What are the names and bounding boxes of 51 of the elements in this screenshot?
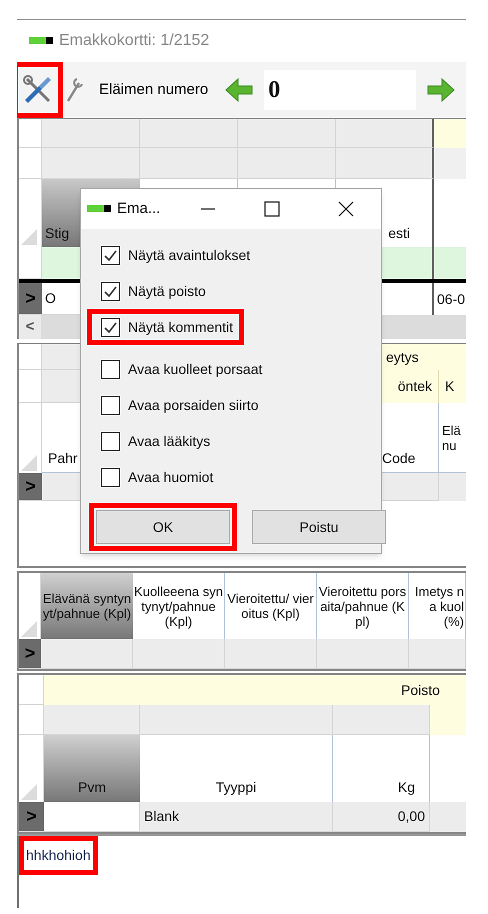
- wrench-icon[interactable]: [65, 77, 83, 103]
- left-arrow-icon[interactable]: [224, 75, 254, 105]
- table-cell: [19, 675, 44, 705]
- table-cell: [434, 148, 466, 179]
- column-header[interactable]: Elävänä syntynyt/pahnue (Kpl): [41, 573, 133, 639]
- table-cell: [19, 344, 42, 370]
- app-icon: [87, 205, 111, 213]
- checkbox[interactable]: [101, 360, 120, 378]
- column-header[interactable]: Vieroitettu porsaita/pahnue (Kpl): [317, 573, 409, 639]
- animal-number-label: Eläimen numero: [99, 80, 208, 100]
- table-cell: [434, 119, 466, 148]
- row-marker: >: [19, 639, 41, 669]
- checkbox[interactable]: [101, 318, 120, 336]
- column-header[interactable]: Vieroitettu/ vieroitus (Kpl): [225, 573, 317, 639]
- row-marker: >: [19, 802, 44, 832]
- checkbox-option[interactable]: Avaa kuolleet porsaat: [87, 351, 274, 387]
- checkbox-option[interactable]: Avaa huomiot: [87, 459, 224, 495]
- animal-number-field[interactable]: 0: [264, 70, 416, 110]
- row-marker: >: [19, 473, 42, 501]
- dialog-title: Ema...: [117, 198, 160, 219]
- table-cell: [434, 247, 466, 279]
- checkbox-option[interactable]: Näytä kommentit: [87, 309, 244, 345]
- maximize-icon[interactable]: [264, 201, 280, 217]
- row-marker: >: [19, 283, 42, 315]
- checkbox-option[interactable]: Avaa porsaiden siirto: [87, 387, 270, 423]
- scroll-left-button[interactable]: <: [19, 315, 41, 339]
- table-cell: [19, 119, 42, 148]
- checkbox[interactable]: [101, 396, 120, 414]
- table-cell: [409, 639, 466, 669]
- right-arrow-icon[interactable]: [426, 75, 456, 105]
- checkbox[interactable]: [101, 246, 120, 264]
- group-header: Poisto: [44, 675, 466, 705]
- checkbox[interactable]: [101, 282, 120, 300]
- column-header[interactable]: Pvm: [44, 735, 140, 802]
- table-cell: [430, 802, 466, 832]
- app-icon: [29, 37, 53, 45]
- dialog-button[interactable]: OK: [96, 510, 230, 544]
- table-cell: [439, 473, 466, 501]
- column-header[interactable]: Kuolleeena syntynyt/pahnue (Kpl): [133, 573, 225, 639]
- close-icon[interactable]: [338, 201, 354, 217]
- table-cell: 0,00: [333, 802, 430, 832]
- table-cell: [430, 705, 466, 735]
- checkbox-option[interactable]: Näytä avaintulokset: [87, 237, 262, 273]
- checkbox[interactable]: [101, 432, 120, 450]
- column-subheader: K: [439, 370, 466, 403]
- checkbox[interactable]: [101, 468, 120, 486]
- window-title: Emakkokortti: 1/2152: [59, 31, 210, 51]
- checkbox-option[interactable]: Avaa lääkitys: [87, 423, 222, 459]
- table-cell: Blank: [140, 802, 333, 832]
- comment-text: hhkhohioh: [19, 836, 98, 875]
- dialog-button[interactable]: Poistu: [252, 510, 386, 544]
